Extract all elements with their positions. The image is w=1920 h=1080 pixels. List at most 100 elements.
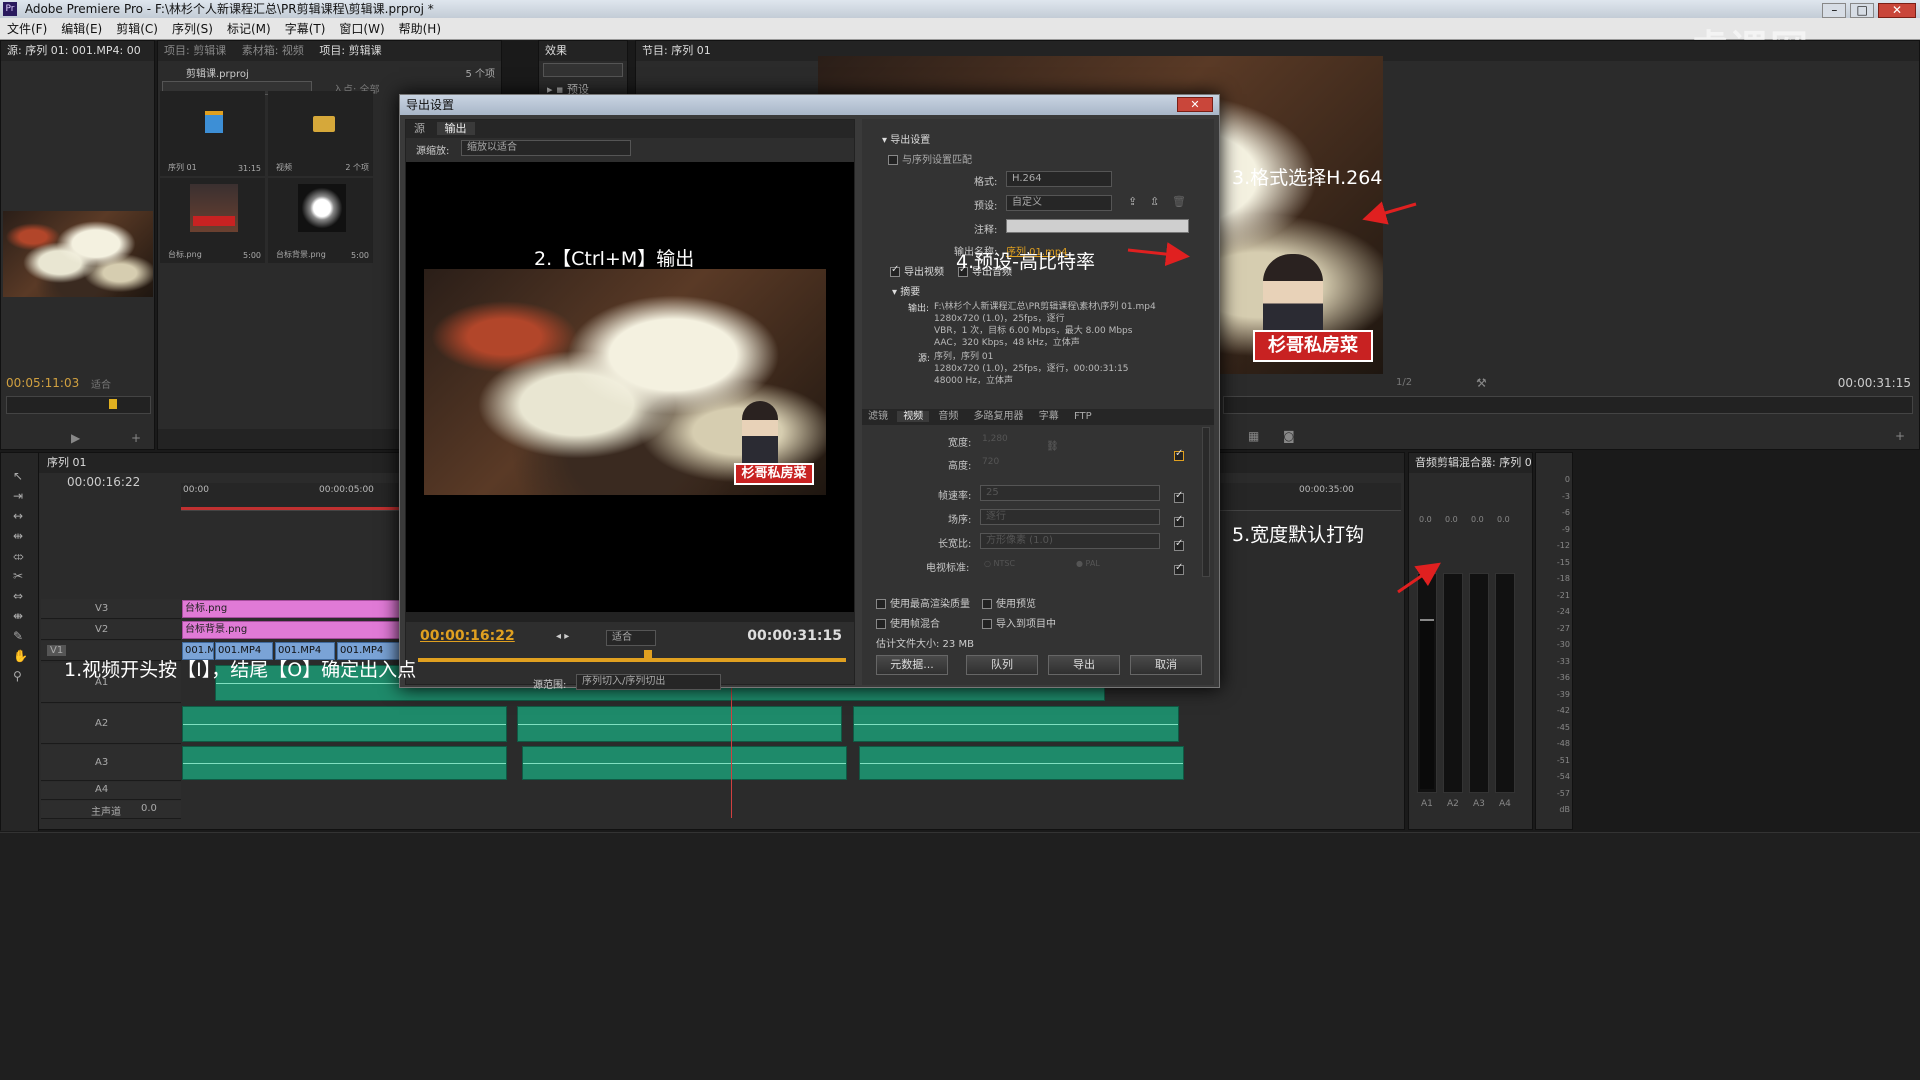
menu-title[interactable]: 字幕(T)	[278, 18, 333, 40]
hand-icon[interactable]: ✋	[13, 649, 28, 663]
clip-a3[interactable]	[859, 746, 1184, 780]
track-header-a3[interactable]: A3	[41, 745, 181, 781]
track-select-icon[interactable]: ⇥	[13, 489, 23, 503]
export-button[interactable]: 导出	[1048, 655, 1120, 675]
ntsc-radio[interactable]: ○ NTSC	[984, 559, 1015, 568]
clip-v3[interactable]: 台标.png	[182, 600, 402, 618]
tab-video[interactable]: 视频	[897, 411, 930, 422]
tab-captions[interactable]: 字幕	[1033, 411, 1065, 422]
slide-icon[interactable]: ⇼	[13, 609, 23, 623]
preview-scrollbar[interactable]	[406, 612, 854, 622]
import-project-checkbox[interactable]: 导入到项目中	[982, 615, 1056, 630]
menu-window[interactable]: 窗口(W)	[332, 18, 391, 40]
project-item[interactable]: 台标背景.png 5:00	[268, 178, 373, 263]
tab-project[interactable]: 项目: 剪辑课	[164, 44, 226, 57]
menu-marker[interactable]: 标记(M)	[220, 18, 278, 40]
maximize-icon[interactable]: □	[1850, 3, 1875, 18]
link-icon[interactable]: ⛓	[1046, 441, 1059, 452]
max-render-checkbox[interactable]: 使用最高渲染质量	[876, 595, 970, 610]
camera-icon[interactable]: ◙	[1283, 429, 1295, 443]
cancel-button[interactable]: 取消	[1130, 655, 1202, 675]
add-icon[interactable]: +	[1895, 429, 1905, 443]
project-item[interactable]: 序列 01 31:15	[160, 91, 265, 176]
project-item[interactable]: 视频 2 个项	[268, 91, 373, 176]
queue-button[interactable]: 队列	[966, 655, 1038, 675]
tab-filters[interactable]: 滤镜	[862, 411, 894, 422]
format-select[interactable]: H.264	[1006, 171, 1112, 187]
track-header-master[interactable]: 主声道 0.0	[41, 801, 181, 819]
slip-icon[interactable]: ⇔	[13, 589, 23, 603]
range-playhead-icon[interactable]	[644, 650, 652, 660]
program-ruler[interactable]	[1223, 396, 1913, 414]
scale-select[interactable]: 缩放以适合	[461, 140, 631, 156]
source-ruler[interactable]	[6, 396, 151, 414]
clip-a3[interactable]	[522, 746, 847, 780]
menu-edit[interactable]: 编辑(E)	[54, 18, 109, 40]
settings-scrollbar[interactable]	[1202, 427, 1210, 577]
fit-select[interactable]: 适合	[606, 630, 656, 646]
aspect-checkbox[interactable]	[1174, 535, 1188, 554]
clip-a2[interactable]	[182, 706, 507, 742]
height-value[interactable]: 720	[982, 457, 999, 467]
wrench-icon[interactable]: ⚒	[1476, 376, 1487, 390]
selection-tool-icon[interactable]: ↖	[13, 469, 23, 483]
source-playhead-icon[interactable]	[109, 399, 117, 409]
range-select[interactable]: 序列切入/序列切出	[576, 674, 721, 690]
effects-search-input[interactable]	[543, 63, 623, 77]
menu-file[interactable]: 文件(F)	[0, 18, 54, 40]
close-icon[interactable]: ✕	[1878, 3, 1916, 18]
range-slider[interactable]	[418, 658, 846, 662]
play-icon[interactable]: ▶	[71, 431, 80, 445]
tab-bin[interactable]: 素材箱: 视频	[242, 44, 304, 57]
framerate-select[interactable]: 25	[980, 485, 1160, 501]
rolling-edit-icon[interactable]: ⇹	[13, 529, 23, 543]
tab-multiplexer[interactable]: 多路复用器	[968, 411, 1030, 422]
tab-audio[interactable]: 音频	[932, 411, 964, 422]
track-header-a4[interactable]: A4	[41, 782, 181, 800]
metadata-button[interactable]: 元数据...	[876, 655, 948, 675]
track-header-v3[interactable]: V3	[41, 599, 181, 619]
zoom-icon[interactable]: ⚲	[13, 669, 22, 683]
framerate-checkbox[interactable]	[1174, 487, 1188, 506]
tab-source[interactable]: 源: 序列 01: 001.MP4: 00	[7, 44, 141, 57]
field-order-checkbox[interactable]	[1174, 511, 1188, 530]
track-header-v2[interactable]: V2	[41, 620, 181, 640]
tab-audio-mixer[interactable]: 音频剪辑混合器: 序列 01	[1415, 456, 1532, 469]
menu-help[interactable]: 帮助(H)	[392, 18, 448, 40]
width-value[interactable]: 1,280	[982, 434, 1008, 444]
tab-program[interactable]: 节目: 序列 01	[642, 44, 711, 57]
field-order-select[interactable]: 逐行	[980, 509, 1160, 525]
match-sequence-checkbox[interactable]: 与序列设置匹配	[888, 151, 972, 166]
clip-a2[interactable]	[517, 706, 842, 742]
pal-radio[interactable]: ● PAL	[1076, 559, 1100, 568]
tv-standard-checkbox[interactable]	[1174, 559, 1188, 578]
width-checkbox[interactable]	[1174, 445, 1188, 464]
mark-in-out-icon[interactable]: ◂ ▸	[556, 631, 569, 642]
pen-icon[interactable]: ✎	[13, 629, 23, 643]
project-item[interactable]: 台标.png 5:00	[160, 178, 265, 263]
import-preset-icon[interactable]: ⇫	[1150, 195, 1159, 208]
minimize-icon[interactable]: –	[1822, 3, 1847, 18]
program-zoom[interactable]: 1/2	[1396, 377, 1412, 388]
menu-clip[interactable]: 剪辑(C)	[109, 18, 165, 40]
tab-timeline[interactable]: 序列 01	[47, 456, 87, 469]
clip-a3[interactable]	[182, 746, 507, 780]
work-area-bar[interactable]	[181, 507, 401, 510]
tab-effects[interactable]: 效果	[545, 44, 567, 57]
use-preview-checkbox[interactable]: 使用预览	[982, 595, 1036, 610]
clip-a2[interactable]	[853, 706, 1179, 742]
aspect-select[interactable]: 方形像素 (1.0)	[980, 533, 1160, 549]
export-video-checkbox[interactable]: 导出视频	[890, 263, 944, 278]
track-header-a2[interactable]: A2	[41, 704, 181, 744]
window-controls[interactable]: – □ ✕	[1822, 1, 1916, 19]
tab-ftp[interactable]: FTP	[1068, 411, 1098, 422]
add-icon[interactable]: +	[131, 431, 141, 445]
tab-output[interactable]: 输出	[436, 122, 475, 135]
razor-icon[interactable]: ✂	[13, 569, 23, 583]
menu-sequence[interactable]: 序列(S)	[165, 18, 220, 40]
tab-project-2[interactable]: 项目: 剪辑课	[319, 44, 381, 57]
export-frame-icon[interactable]: ▦	[1248, 429, 1259, 443]
tab-source[interactable]: 源	[406, 122, 433, 135]
source-zoom[interactable]: 适合	[91, 376, 111, 391]
dialog-close-button[interactable]: ✕	[1177, 97, 1213, 112]
